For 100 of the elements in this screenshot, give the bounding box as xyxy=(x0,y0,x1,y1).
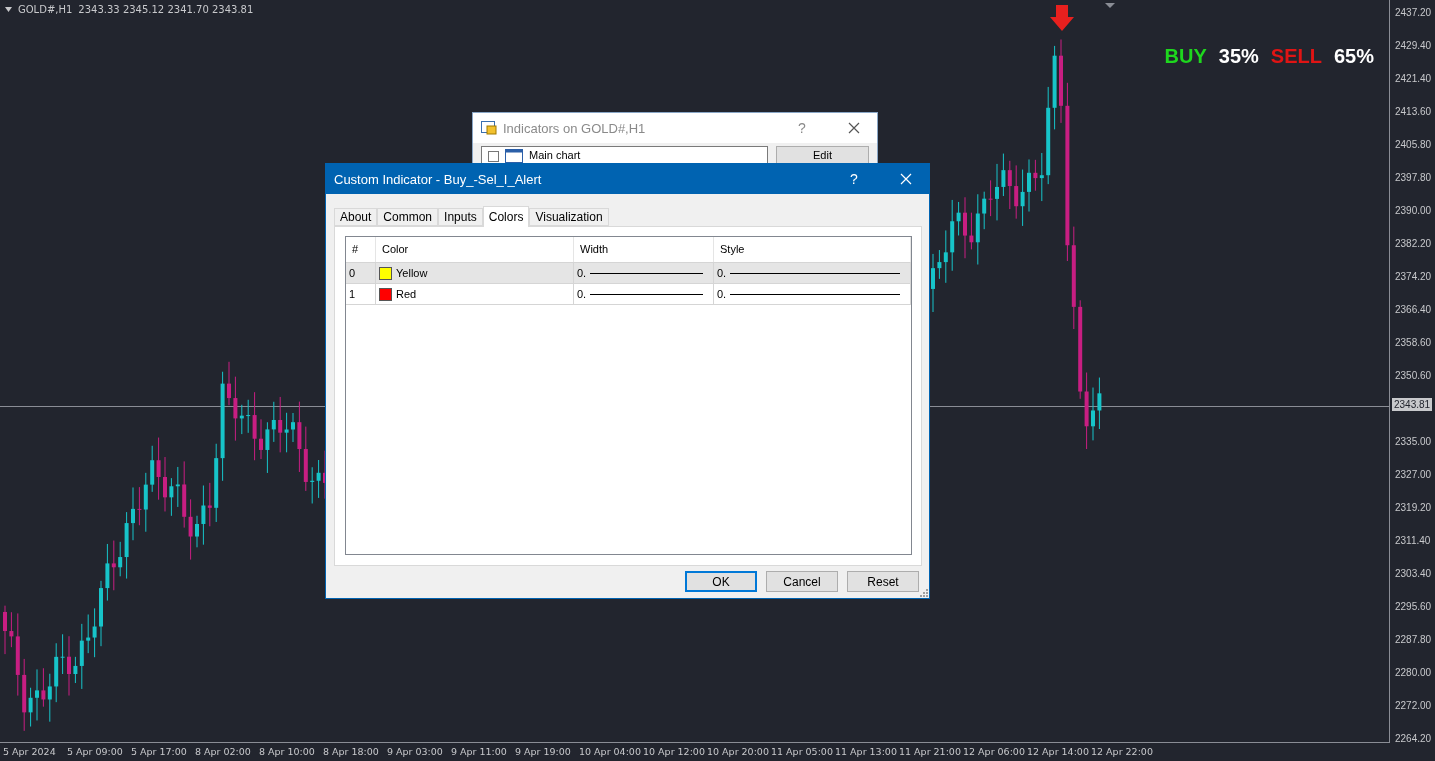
price-label: 2264.20 xyxy=(1394,732,1432,746)
signal-percent: 65% xyxy=(1333,45,1374,68)
price-label: 2358.60 xyxy=(1394,336,1432,350)
time-label: 10 Apr 12:00 xyxy=(643,745,706,759)
price-label: 2280.00 xyxy=(1394,666,1432,680)
time-label: 11 Apr 21:00 xyxy=(899,745,962,759)
price-label: 2397.80 xyxy=(1394,171,1432,185)
price-label: 2295.60 xyxy=(1394,600,1432,614)
index-cell: 1 xyxy=(349,288,356,300)
candle xyxy=(291,412,295,443)
tab[interactable]: Common xyxy=(377,208,439,226)
candle xyxy=(1027,158,1031,213)
color-name: Yellow xyxy=(396,267,428,279)
price-label: 2335.00 xyxy=(1394,435,1432,449)
price-label: 2311.40 xyxy=(1394,534,1431,548)
candle xyxy=(35,668,39,721)
style-value: 0. xyxy=(717,288,727,300)
signal-label: SELL xyxy=(1270,45,1322,68)
time-label: 8 Apr 02:00 xyxy=(195,745,252,759)
price-label: 2303.40 xyxy=(1394,567,1432,581)
price-label: 2327.00 xyxy=(1394,468,1432,482)
candle xyxy=(131,486,135,541)
price-label: 2287.80 xyxy=(1394,633,1432,647)
dialog-button[interactable]: OK xyxy=(685,571,757,592)
candle xyxy=(963,196,967,259)
close-icon xyxy=(900,173,912,185)
down-arrow-icon xyxy=(1050,5,1074,31)
time-label: 9 Apr 11:00 xyxy=(451,745,508,759)
caret-icon xyxy=(1105,3,1115,8)
time-label: 12 Apr 22:00 xyxy=(1091,745,1154,759)
price-label: 2366.40 xyxy=(1394,303,1432,317)
candle xyxy=(1091,387,1095,441)
dropdown-icon[interactable] xyxy=(5,7,12,12)
price-label: 2350.60 xyxy=(1394,369,1432,383)
table-row[interactable]: 1 Red 0. 0. xyxy=(346,284,911,305)
candle xyxy=(227,361,231,406)
time-label: 5 Apr 2024 xyxy=(3,745,57,759)
price-label: 2272.00 xyxy=(1394,699,1432,713)
column-header[interactable]: # xyxy=(346,237,376,262)
time-label: 9 Apr 19:00 xyxy=(515,745,572,759)
current-price-label: 2343.81 xyxy=(1392,398,1433,411)
price-label: 2421.40 xyxy=(1394,72,1432,86)
time-label: 10 Apr 04:00 xyxy=(579,745,642,759)
candle xyxy=(195,515,199,548)
price-label: 2319.20 xyxy=(1394,501,1432,515)
chart-symbol: GOLD#,H1 xyxy=(18,4,73,15)
time-label: 11 Apr 13:00 xyxy=(835,745,898,759)
checkbox[interactable] xyxy=(488,151,499,162)
price-label: 2390.00 xyxy=(1394,204,1432,218)
candle xyxy=(1097,377,1102,430)
index-cell: 0 xyxy=(349,267,356,279)
price-label: 2413.60 xyxy=(1394,105,1432,119)
tab[interactable]: About xyxy=(334,208,378,226)
candle xyxy=(67,635,71,697)
signal-label: BUY xyxy=(1164,45,1207,68)
price-label: 2437.20 xyxy=(1394,6,1432,20)
indicators-icon xyxy=(481,121,497,135)
close-icon xyxy=(848,122,860,134)
time-label: 10 Apr 20:00 xyxy=(707,745,770,759)
price-label: 2405.80 xyxy=(1394,138,1432,152)
color-swatch[interactable] xyxy=(379,266,392,280)
dialog-title: Indicators on GOLD#,H1 xyxy=(503,120,647,136)
time-label: 8 Apr 18:00 xyxy=(323,745,380,759)
dialog-button[interactable]: Reset xyxy=(847,571,919,592)
column-header[interactable]: Width xyxy=(574,237,714,262)
table-row[interactable]: 0 Yellow 0. 0. xyxy=(346,263,911,284)
list-item[interactable]: Main chart xyxy=(529,149,581,162)
tab[interactable]: Visualization xyxy=(529,208,609,226)
candle xyxy=(995,163,999,221)
time-label: 11 Apr 05:00 xyxy=(771,745,834,759)
help-button[interactable]: ? xyxy=(779,120,825,136)
tab[interactable]: Inputs xyxy=(438,208,483,226)
candle xyxy=(3,605,7,655)
width-value: 0. xyxy=(577,288,587,300)
width-value: 0. xyxy=(577,267,587,279)
price-label: 2429.40 xyxy=(1394,39,1432,53)
time-label: 8 Apr 10:00 xyxy=(259,745,316,759)
style-value: 0. xyxy=(717,267,727,279)
time-label: 12 Apr 14:00 xyxy=(1027,745,1090,759)
candle xyxy=(259,418,263,460)
candle xyxy=(163,456,167,512)
column-header[interactable]: Style xyxy=(714,237,911,262)
signal-percent: 35% xyxy=(1218,45,1259,68)
time-label: 12 Apr 06:00 xyxy=(963,745,1026,759)
color-name: Red xyxy=(396,288,417,300)
candle xyxy=(931,253,935,313)
tab[interactable]: Colors xyxy=(482,206,530,227)
chart-window-icon xyxy=(505,149,523,163)
time-label: 9 Apr 03:00 xyxy=(387,745,444,759)
ohlc-prices: 2343.33 2345.12 2341.70 2343.81 xyxy=(78,4,254,15)
column-header[interactable]: Color xyxy=(376,237,574,262)
dialog-button[interactable]: Cancel xyxy=(766,571,838,592)
resize-grip-icon[interactable] xyxy=(919,588,928,597)
time-label: 5 Apr 09:00 xyxy=(67,745,124,759)
price-label: 2382.20 xyxy=(1394,237,1432,251)
time-label: 5 Apr 17:00 xyxy=(131,745,188,759)
candle xyxy=(99,580,103,647)
price-label: 2374.20 xyxy=(1394,270,1432,284)
help-button[interactable]: ? xyxy=(831,171,877,187)
color-swatch[interactable] xyxy=(379,287,392,301)
